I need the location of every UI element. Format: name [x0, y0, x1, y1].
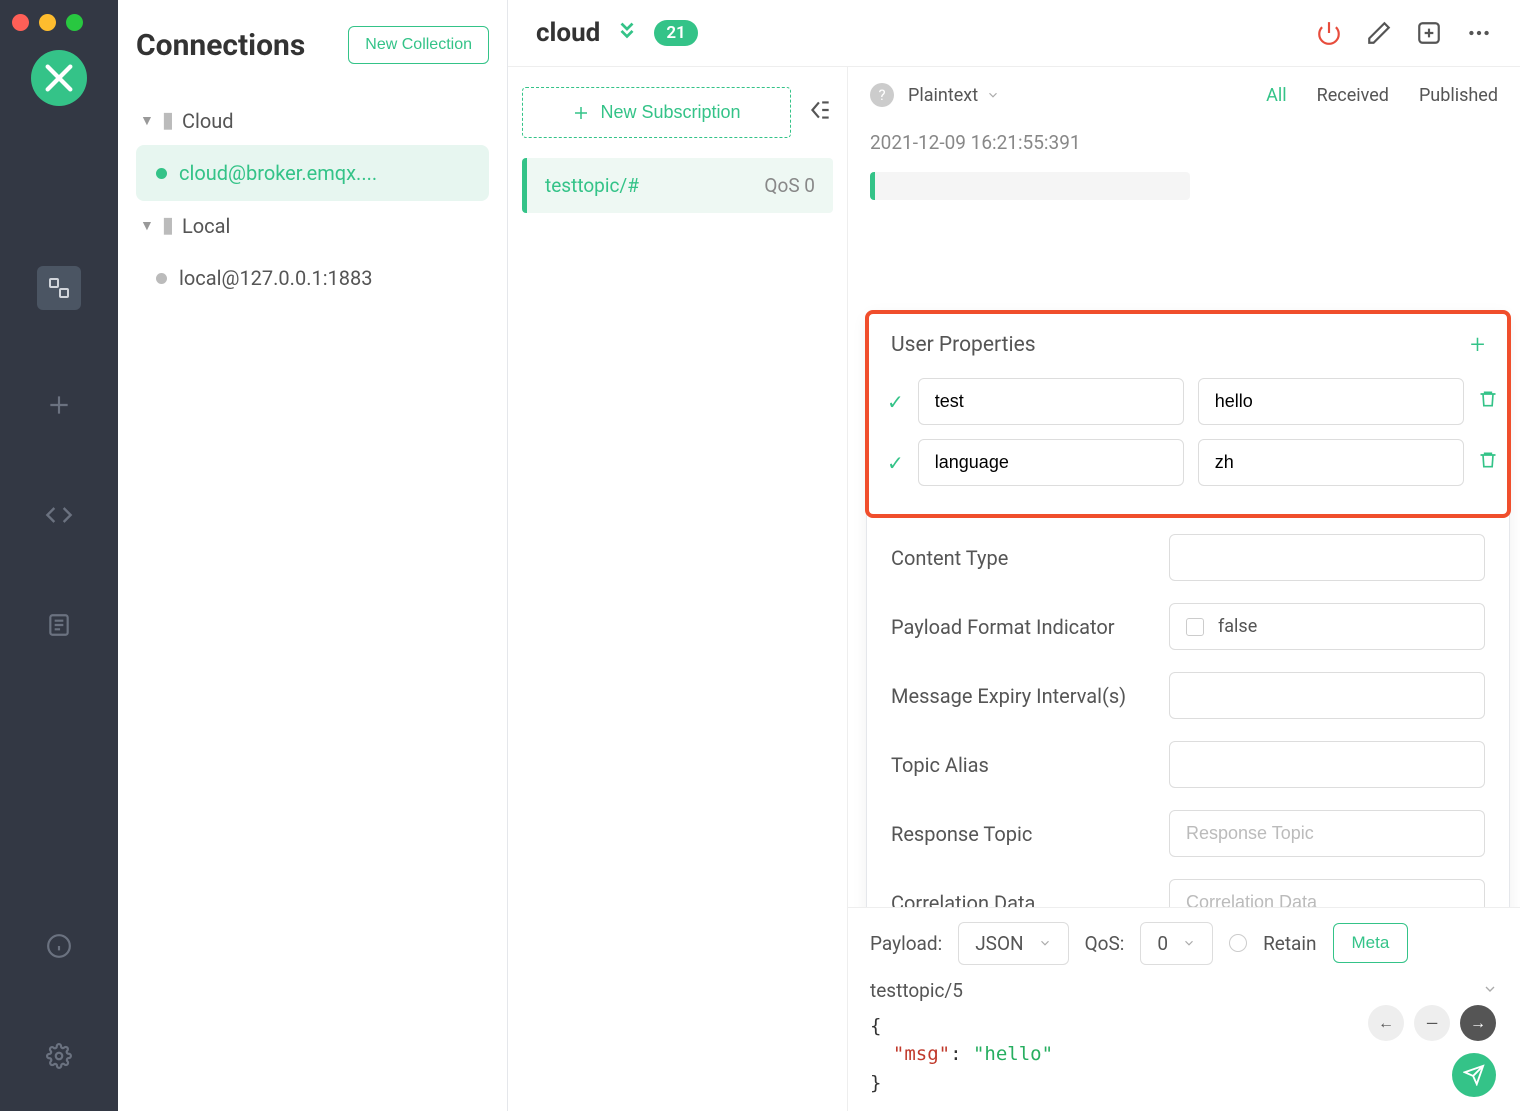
content-type-input[interactable] — [1169, 534, 1485, 581]
filter-published[interactable]: Published — [1419, 85, 1498, 106]
subscription-chip[interactable]: testtopic/# QoS 0 — [522, 158, 833, 213]
help-icon[interactable]: ? — [870, 83, 894, 107]
info-nav-icon[interactable] — [44, 931, 74, 961]
connection-item-cloud[interactable]: cloud@broker.emqx.... — [136, 145, 489, 201]
expand-icon[interactable] — [1482, 979, 1498, 1002]
meta-button[interactable]: Meta — [1333, 923, 1409, 963]
check-icon: ✓ — [887, 451, 904, 475]
folder-icon: ▮ — [162, 108, 174, 133]
new-window-icon[interactable] — [1416, 20, 1442, 46]
log-nav-icon[interactable] — [44, 610, 74, 640]
payload-format-dropdown[interactable]: Plaintext — [908, 85, 1000, 106]
close-window-icon[interactable] — [12, 14, 29, 31]
compose-topic[interactable]: testtopic/5 — [870, 979, 963, 1002]
user-property-row: ✓ — [883, 439, 1493, 486]
response-topic-label: Response Topic — [891, 822, 1151, 846]
connections-panel: Connections New Collection ▼ ▮ Cloud clo… — [118, 0, 508, 1111]
user-property-row: ✓ — [883, 378, 1493, 425]
new-collection-button[interactable]: New Collection — [348, 26, 489, 64]
pfi-label: Payload Format Indicator — [891, 615, 1151, 639]
property-value-input[interactable] — [1198, 439, 1464, 486]
topic-alias-input[interactable] — [1169, 741, 1485, 788]
double-chevron-down-icon[interactable] — [616, 19, 638, 47]
connection-label: cloud@broker.emqx.... — [179, 161, 377, 185]
check-icon: ✓ — [887, 390, 904, 414]
prev-button[interactable]: ← — [1368, 1005, 1404, 1041]
property-key-input[interactable] — [918, 378, 1184, 425]
payload-label: Payload: — [870, 932, 942, 955]
disconnect-icon[interactable] — [1316, 20, 1342, 46]
pfi-field[interactable]: false — [1169, 603, 1485, 650]
delete-property-icon[interactable] — [1478, 450, 1498, 475]
next-button[interactable]: → — [1460, 1005, 1496, 1041]
payload-format-label: Plaintext — [908, 85, 978, 106]
add-property-button[interactable]: + — [1470, 330, 1485, 360]
pfi-checkbox[interactable] — [1186, 618, 1204, 636]
code-nav-icon[interactable] — [44, 500, 74, 530]
user-properties-section: User Properties + ✓ ✓ — [865, 310, 1511, 518]
message-count-badge: 21 — [654, 20, 697, 46]
filter-all[interactable]: All — [1266, 85, 1287, 106]
nav-rail — [0, 0, 118, 1111]
edit-icon[interactable] — [1366, 20, 1392, 46]
connection-item-local[interactable]: local@127.0.0.1:1883 — [136, 250, 489, 306]
retain-label: Retain — [1263, 932, 1316, 955]
minimize-button[interactable]: — — [1414, 1005, 1450, 1041]
minimize-window-icon[interactable] — [39, 14, 56, 31]
filter-received[interactable]: Received — [1317, 85, 1389, 106]
mei-label: Message Expiry Interval(s) — [891, 684, 1151, 708]
subscription-topic: testtopic/# — [545, 174, 639, 197]
status-dot-offline — [156, 273, 167, 284]
user-properties-title: User Properties — [891, 333, 1036, 357]
more-icon[interactable] — [1466, 20, 1492, 46]
delete-property-icon[interactable] — [1478, 389, 1498, 414]
maximize-window-icon[interactable] — [66, 14, 83, 31]
connection-title: cloud — [536, 18, 600, 48]
topic-alias-label: Topic Alias — [891, 753, 1151, 777]
response-topic-input[interactable] — [1169, 810, 1485, 857]
property-value-input[interactable] — [1198, 378, 1464, 425]
retain-radio[interactable] — [1229, 934, 1247, 952]
app-logo — [31, 50, 87, 106]
tree-group-local[interactable]: ▼ ▮ Local — [136, 201, 489, 250]
add-nav-icon[interactable] — [44, 390, 74, 420]
compose-bar: Payload: JSON QoS: 0 Retain Meta — [848, 907, 1520, 1111]
topbar: cloud 21 — [508, 0, 1520, 67]
tree-group-cloud[interactable]: ▼ ▮ Cloud — [136, 96, 489, 145]
payload-format-select[interactable]: JSON — [958, 922, 1068, 965]
send-button[interactable] — [1452, 1053, 1496, 1097]
tree-group-label: Local — [182, 214, 230, 238]
pfi-value: false — [1218, 616, 1257, 637]
main-area: cloud 21 — [508, 0, 1520, 1111]
chevron-down-icon: ▼ — [140, 217, 154, 234]
message-timestamp: 2021-12-09 16:21:55:391 — [848, 123, 1520, 162]
folder-icon: ▮ — [162, 213, 174, 238]
new-subscription-label: New Subscription — [600, 102, 740, 123]
connections-title: Connections — [136, 28, 305, 63]
settings-nav-icon[interactable] — [44, 1041, 74, 1071]
subscriptions-column: New Subscription testtopic/# QoS 0 — [508, 67, 848, 1111]
mei-input[interactable] — [1169, 672, 1485, 719]
subscription-qos: QoS 0 — [764, 174, 815, 197]
new-subscription-button[interactable]: New Subscription — [522, 87, 791, 138]
message-bubble[interactable] — [870, 172, 1190, 200]
property-key-input[interactable] — [918, 439, 1184, 486]
connections-nav-icon[interactable] — [37, 266, 81, 310]
tree-group-label: Cloud — [182, 109, 234, 133]
connection-label: local@127.0.0.1:1883 — [179, 266, 373, 290]
status-dot-online — [156, 168, 167, 179]
meta-panel: User Properties + ✓ ✓ — [866, 311, 1510, 998]
content-type-label: Content Type — [891, 546, 1151, 570]
payload-format-value: JSON — [975, 932, 1023, 955]
messages-column: ? Plaintext All Received Published 2021-… — [848, 67, 1520, 1111]
chevron-down-icon: ▼ — [140, 112, 154, 129]
qos-select[interactable]: 0 — [1140, 922, 1213, 965]
collapse-subs-icon[interactable] — [807, 97, 833, 129]
qos-value: 0 — [1157, 932, 1168, 955]
qos-label: QoS: — [1085, 932, 1125, 955]
window-controls — [12, 14, 83, 31]
